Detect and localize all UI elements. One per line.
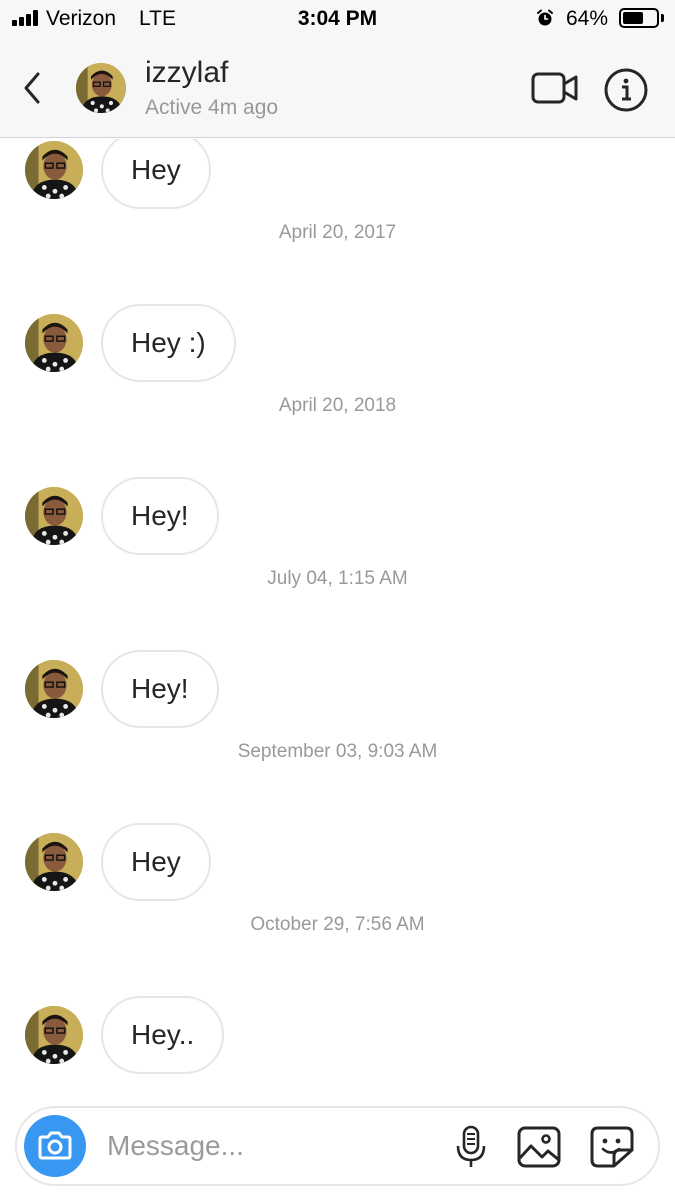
camera-icon: [38, 1131, 72, 1160]
message-bubble[interactable]: Hey :): [101, 304, 236, 382]
avatar[interactable]: [25, 660, 83, 718]
date-separator: September 03, 9:03 AM: [237, 741, 438, 762]
avatar[interactable]: [25, 487, 83, 545]
sticker-button[interactable]: [589, 1125, 635, 1169]
date-separator: July 04, 1:15 AM: [267, 568, 408, 589]
camera-button[interactable]: [24, 1115, 86, 1177]
message-row: Hey!: [0, 648, 675, 728]
profile-photo-icon: [25, 487, 83, 545]
profile-photo-icon: [25, 1006, 83, 1064]
alarm-icon: [537, 9, 553, 26]
profile-photo-icon: [25, 833, 83, 891]
gallery-button[interactable]: [516, 1125, 562, 1169]
info-button[interactable]: [603, 67, 649, 113]
date-separator: April 20, 2018: [278, 395, 397, 416]
active-status: Active 4m ago: [145, 96, 279, 119]
profile-photo-icon: [25, 660, 83, 718]
message-input[interactable]: [107, 1124, 437, 1168]
avatar[interactable]: [25, 833, 83, 891]
video-call-button[interactable]: [530, 68, 580, 108]
date-separator: April 20, 2017: [278, 222, 397, 243]
message-bubble[interactable]: Hey!: [101, 650, 219, 728]
chat-header: izzylaf Active 4m ago: [0, 38, 675, 138]
status-bar: Verizon LTE 3:04 PM 64%: [0, 0, 675, 38]
message-row: Hey :): [0, 302, 675, 382]
back-button[interactable]: [16, 68, 48, 108]
profile-photo-icon: [25, 314, 83, 372]
avatar[interactable]: [25, 1006, 83, 1064]
message-row: Hey..: [0, 994, 675, 1074]
profile-photo-icon: [25, 141, 83, 199]
chat-username[interactable]: izzylaf: [145, 56, 228, 90]
message-composer: [15, 1106, 660, 1186]
battery-cap: [661, 14, 664, 22]
microphone-button[interactable]: [453, 1124, 489, 1170]
avatar[interactable]: [76, 63, 126, 113]
message-bubble[interactable]: Hey: [101, 139, 211, 209]
battery-level: [623, 12, 644, 24]
date-separator: October 29, 7:56 AM: [250, 914, 425, 935]
message-bubble[interactable]: Hey!: [101, 477, 219, 555]
battery-percent: 64%: [566, 7, 609, 30]
dm-screen: Verizon LTE 3:04 PM 64% izzylaf Active 4…: [0, 0, 675, 1200]
message-row: Hey: [0, 139, 675, 209]
message-thread[interactable]: Hey April 20, 2017 Hey :) April 20, 2018: [0, 139, 675, 1099]
profile-photo-icon: [76, 63, 126, 113]
message-row: Hey!: [0, 475, 675, 555]
avatar[interactable]: [25, 141, 83, 199]
message-bubble[interactable]: Hey..: [101, 996, 225, 1074]
message-row: Hey: [0, 821, 675, 901]
avatar[interactable]: [25, 314, 83, 372]
message-bubble[interactable]: Hey: [101, 823, 211, 901]
battery-icon: [619, 8, 659, 28]
